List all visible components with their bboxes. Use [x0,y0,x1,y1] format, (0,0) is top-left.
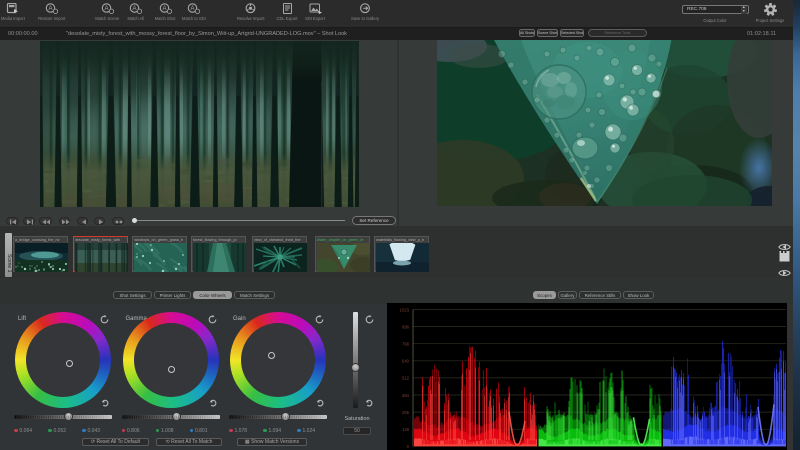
svg-text:256: 256 [402,410,410,415]
svg-text:512: 512 [402,376,410,381]
svg-text:896: 896 [402,324,410,329]
svg-text:128: 128 [402,427,410,432]
svg-text:A: A [162,6,166,12]
svg-text:384: 384 [402,393,410,398]
svg-text:A: A [191,6,195,12]
svg-text:A: A [104,6,108,12]
svg-text:768: 768 [402,342,410,347]
svg-text:1023: 1023 [400,307,410,312]
svg-text:0: 0 [407,444,410,449]
svg-text:A: A [49,6,53,12]
svg-text:640: 640 [402,359,410,364]
svg-text:A: A [133,6,137,12]
